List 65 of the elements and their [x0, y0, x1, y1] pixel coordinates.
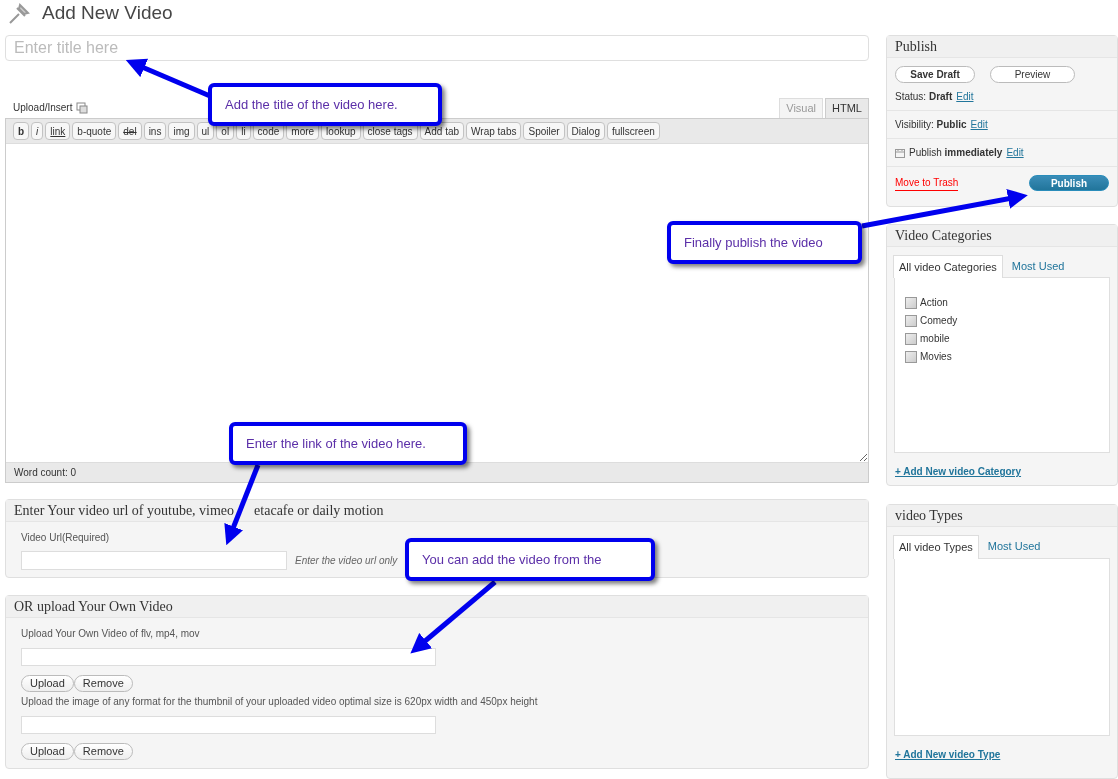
toolbar-button[interactable]: ins	[143, 122, 167, 140]
move-to-trash-link[interactable]: Move to Trash	[895, 175, 959, 191]
edit-link[interactable]: Edit	[970, 117, 988, 132]
title-field[interactable]: Enter title here	[5, 35, 869, 61]
panel-title-text: etacafe or daily motion	[254, 502, 384, 520]
checkbox[interactable]	[905, 350, 917, 363]
annotation-tooltip: Finally publish the video	[667, 221, 862, 264]
panel-title: Publish	[887, 36, 1117, 58]
field-label: Video Url(Required)	[21, 531, 111, 545]
small-button[interactable]: Upload	[21, 675, 74, 692]
save-draft-button[interactable]: Save Draft	[895, 66, 975, 83]
panel-title: Video Categories	[887, 224, 1117, 247]
field-hint: Enter the video url only	[295, 554, 398, 568]
media-icon	[76, 101, 89, 114]
checkbox[interactable]	[905, 314, 917, 327]
thumbnail-file-field[interactable]	[21, 716, 436, 734]
page-title: Add New Video	[42, 0, 173, 25]
field-label: Upload Your Own Video of flv, mp4, mov	[21, 627, 201, 641]
toolbar-button[interactable]: i	[31, 122, 44, 140]
panel-title: OR upload Your Own Video	[6, 596, 868, 618]
toolbar-button[interactable]: fullscreen	[606, 122, 660, 140]
video-file-field[interactable]	[21, 648, 436, 666]
publish-setting: Publish immediately	[909, 146, 1003, 160]
toolbar-button[interactable]: img	[168, 122, 195, 140]
panel-title: video Types	[887, 505, 1117, 528]
category-label: Movies	[920, 350, 952, 365]
toolbar-button[interactable]: ul	[196, 122, 215, 140]
toolbar-button[interactable]: b-quote	[72, 122, 117, 140]
toolbar-button[interactable]: del	[118, 122, 142, 140]
editor-tab[interactable]: HTML	[825, 98, 869, 118]
word-count: Word count: 0	[13, 466, 78, 480]
tab[interactable]: All video Types	[893, 535, 979, 559]
toolbar-button[interactable]: Wrap tabs	[466, 122, 522, 140]
edit-link[interactable]: Edit	[956, 89, 974, 104]
category-label: Comedy	[920, 314, 958, 329]
add-type-link[interactable]: + Add New video Type	[895, 746, 1001, 762]
tab[interactable]: All video Categories	[893, 254, 1003, 279]
tab[interactable]: Most Used	[1006, 254, 1070, 278]
toolbar-button[interactable]: Spoiler	[523, 122, 565, 140]
add-category-link[interactable]: + Add New video Category	[895, 464, 1022, 480]
publish-button[interactable]: Publish	[1029, 175, 1109, 191]
small-button[interactable]: Remove	[73, 675, 133, 692]
field-label: Upload the image of any format for the thumbnil of your uploaded video optimal size is 620px width and 450px height	[21, 695, 539, 709]
toolbar-button[interactable]: b	[13, 122, 30, 140]
checkbox[interactable]	[905, 332, 917, 345]
small-button[interactable]: Upload	[21, 743, 74, 760]
calendar-icon	[895, 147, 905, 158]
publish-setting: Visibility: Public	[895, 118, 967, 132]
annotation-tooltip: You can add the video from the	[405, 538, 655, 581]
publish-setting: Status: Draft	[895, 90, 953, 104]
annotation-tooltip: Add the title of the video here.	[208, 83, 442, 126]
toolbar-button[interactable]: Add tab	[419, 122, 465, 140]
edit-link[interactable]: Edit	[1006, 145, 1024, 160]
toolbar-button[interactable]: link	[45, 122, 71, 140]
preview-button[interactable]: Preview	[990, 66, 1075, 83]
annotation-tooltip: Enter the link of the video here.	[229, 422, 467, 465]
panel-title-text: Enter Your video url of youtube, vimeo	[14, 502, 235, 520]
video-url-field[interactable]	[21, 551, 287, 570]
tab[interactable]: Most Used	[982, 535, 1046, 558]
small-button[interactable]: Remove	[73, 743, 133, 760]
toolbar-button[interactable]: Dialog	[566, 122, 605, 140]
category-label: Action	[920, 296, 948, 311]
category-label: mobile	[920, 332, 950, 347]
upload-insert-label: Upload/Insert	[13, 101, 73, 115]
checkbox[interactable]	[905, 296, 917, 309]
